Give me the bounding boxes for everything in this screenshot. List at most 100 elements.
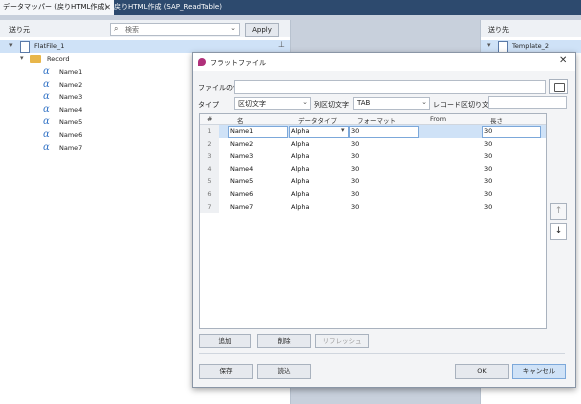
panel-title: 送り先 xyxy=(488,26,509,34)
alpha-type-icon: α xyxy=(43,129,50,140)
panel-title: 送り元 xyxy=(9,26,30,34)
load-button[interactable]: 読込 xyxy=(257,364,311,379)
tree-label: Name6 xyxy=(59,131,83,139)
column-header: 名 xyxy=(237,117,244,125)
cell-format[interactable]: 30 xyxy=(351,140,359,148)
row-number: 4 xyxy=(200,162,219,176)
apply-button[interactable]: Apply xyxy=(245,23,279,37)
dialog-title: フラットファイル xyxy=(210,59,266,67)
cell-name[interactable]: Name7 xyxy=(230,203,253,211)
cell-data-type[interactable]: Alpha xyxy=(291,152,309,160)
browse-button[interactable] xyxy=(549,79,568,94)
cell-format[interactable]: 30 xyxy=(351,152,359,160)
cell-length[interactable]: 30 xyxy=(484,177,492,185)
cell-format[interactable]: 30 xyxy=(351,127,359,135)
cell-name[interactable]: Name2 xyxy=(230,140,253,148)
alpha-type-icon: α xyxy=(43,91,50,103)
collapse-icon[interactable]: ▾ xyxy=(487,41,491,49)
tab-read-table[interactable]: 戻りHTML作成 (SAP_ReadTable) xyxy=(111,0,227,15)
cell-length[interactable]: 30 xyxy=(484,127,492,135)
tab-label: 戻りHTML作成 (SAP_ReadTable) xyxy=(114,3,222,11)
cell-format[interactable]: 30 xyxy=(351,203,359,211)
row-number: 6 xyxy=(200,188,219,201)
pin-icon[interactable]: ⊥ xyxy=(278,40,285,49)
row-number: 3 xyxy=(200,150,219,163)
grid-row[interactable]: 4 Name4 Alpha 30 30 xyxy=(200,162,546,176)
cell-data-type[interactable]: Alpha xyxy=(291,165,309,173)
cell-editor[interactable] xyxy=(349,126,419,138)
chevron-down-icon[interactable]: ⌄ xyxy=(230,24,236,32)
alpha-type-icon: α xyxy=(43,66,50,77)
ok-button[interactable]: OK xyxy=(455,364,509,379)
cell-data-type[interactable]: Alpha xyxy=(291,127,309,135)
close-icon[interactable]: ✕ xyxy=(104,0,111,15)
cell-length[interactable]: 30 xyxy=(484,165,492,173)
tree-label: Record xyxy=(47,55,70,63)
row-number: 7 xyxy=(200,200,219,214)
tab-bar: データマッパー (戻りHTML作成) ✕ 戻りHTML作成 (SAP_ReadT… xyxy=(0,0,581,15)
type-select[interactable]: 区切文字 ⌄ xyxy=(234,97,311,110)
column-header: データタイプ xyxy=(298,117,337,125)
add-button[interactable]: 追加 xyxy=(199,334,251,348)
cell-name[interactable]: Name4 xyxy=(230,165,253,173)
grid-row[interactable]: 7 Name7 Alpha 30 30 xyxy=(200,200,546,214)
tree-label: Name2 xyxy=(59,80,83,89)
cell-data-type[interactable]: Alpha xyxy=(291,190,309,198)
tree-label: Template_2 xyxy=(512,42,550,50)
collapse-icon[interactable]: ▾ xyxy=(9,41,13,49)
cell-format[interactable]: 30 xyxy=(351,165,359,173)
alpha-type-icon: α xyxy=(43,116,50,128)
file-example-field[interactable] xyxy=(234,80,546,94)
tab-data-mapper[interactable]: データマッパー (戻りHTML作成) ✕ xyxy=(0,0,114,15)
flat-file-dialog: フラットファイル ✕ ファイルの例 タイプ 区切文字 ⌄ 列区切文字 TAB ⌄… xyxy=(192,52,576,388)
cell-format[interactable]: 30 xyxy=(351,190,359,198)
refresh-button[interactable]: リフレッシュ xyxy=(315,334,369,348)
search-icon: ⌕ xyxy=(114,24,119,33)
arrow-down-icon: ↓ xyxy=(554,226,563,236)
cell-name[interactable]: Name1 xyxy=(230,127,253,135)
cell-name[interactable]: Name3 xyxy=(230,152,253,160)
chevron-down-icon: ⌄ xyxy=(421,98,427,106)
cell-length[interactable]: 30 xyxy=(484,190,492,198)
grid-row[interactable]: 1 Name1 Alpha 30 30 ▾ xyxy=(200,125,546,138)
record-delimiter-label: レコード区切り文字 xyxy=(433,101,496,109)
search-input[interactable]: ⌕ 検索 ⌄ xyxy=(110,23,240,36)
cell-length[interactable]: 30 xyxy=(484,203,492,211)
column-header: フォーマット xyxy=(357,117,396,125)
grid-row[interactable]: 2 Name2 Alpha 30 30 xyxy=(200,137,546,151)
cell-length[interactable]: 30 xyxy=(484,140,492,148)
column-delimiter-label: 列区切文字 xyxy=(314,101,349,109)
row-number: 2 xyxy=(200,137,219,151)
cell-data-type[interactable]: Alpha xyxy=(291,203,309,211)
close-icon[interactable]: ✕ xyxy=(559,55,567,66)
column-header: 長さ xyxy=(490,117,503,125)
save-button[interactable]: 保存 xyxy=(199,364,253,379)
tree-label: Name1 xyxy=(59,68,83,76)
alpha-type-icon: α xyxy=(43,103,50,115)
cell-data-type[interactable]: Alpha xyxy=(291,140,309,148)
chevron-down-icon[interactable]: ▾ xyxy=(341,126,345,134)
record-delimiter-field[interactable] xyxy=(488,96,567,109)
move-down-button[interactable]: ↓ xyxy=(550,223,567,240)
cell-name[interactable]: Name6 xyxy=(230,190,253,198)
move-up-button[interactable]: ↑ xyxy=(550,203,567,220)
grid-row[interactable]: 6 Name6 Alpha 30 30 xyxy=(200,188,546,201)
cancel-button[interactable]: キャンセル xyxy=(512,364,566,379)
delete-button[interactable]: 削除 xyxy=(257,334,311,348)
tree-label: FlatFile_1 xyxy=(34,42,65,50)
grid-row[interactable]: 3 Name3 Alpha 30 30 xyxy=(200,150,546,163)
tree-root-flatfile[interactable]: ▾ FlatFile_1 ⊥ xyxy=(0,40,290,53)
arrow-up-icon: ↑ xyxy=(554,206,563,216)
tree-label: Name4 xyxy=(59,105,83,114)
target-panel-header: 送り先 xyxy=(481,20,581,37)
search-placeholder: 検索 xyxy=(125,26,139,34)
cell-name[interactable]: Name5 xyxy=(230,177,253,185)
cell-data-type[interactable]: Alpha xyxy=(291,177,309,185)
grid-row[interactable]: 5 Name5 Alpha 30 30 xyxy=(200,175,546,188)
cell-length[interactable]: 30 xyxy=(484,152,492,160)
column-header: # xyxy=(207,115,213,123)
column-delimiter-select[interactable]: TAB ⌄ xyxy=(353,97,430,110)
column-delimiter-value: TAB xyxy=(357,99,371,107)
collapse-icon[interactable]: ▾ xyxy=(20,54,24,62)
cell-format[interactable]: 30 xyxy=(351,177,359,185)
